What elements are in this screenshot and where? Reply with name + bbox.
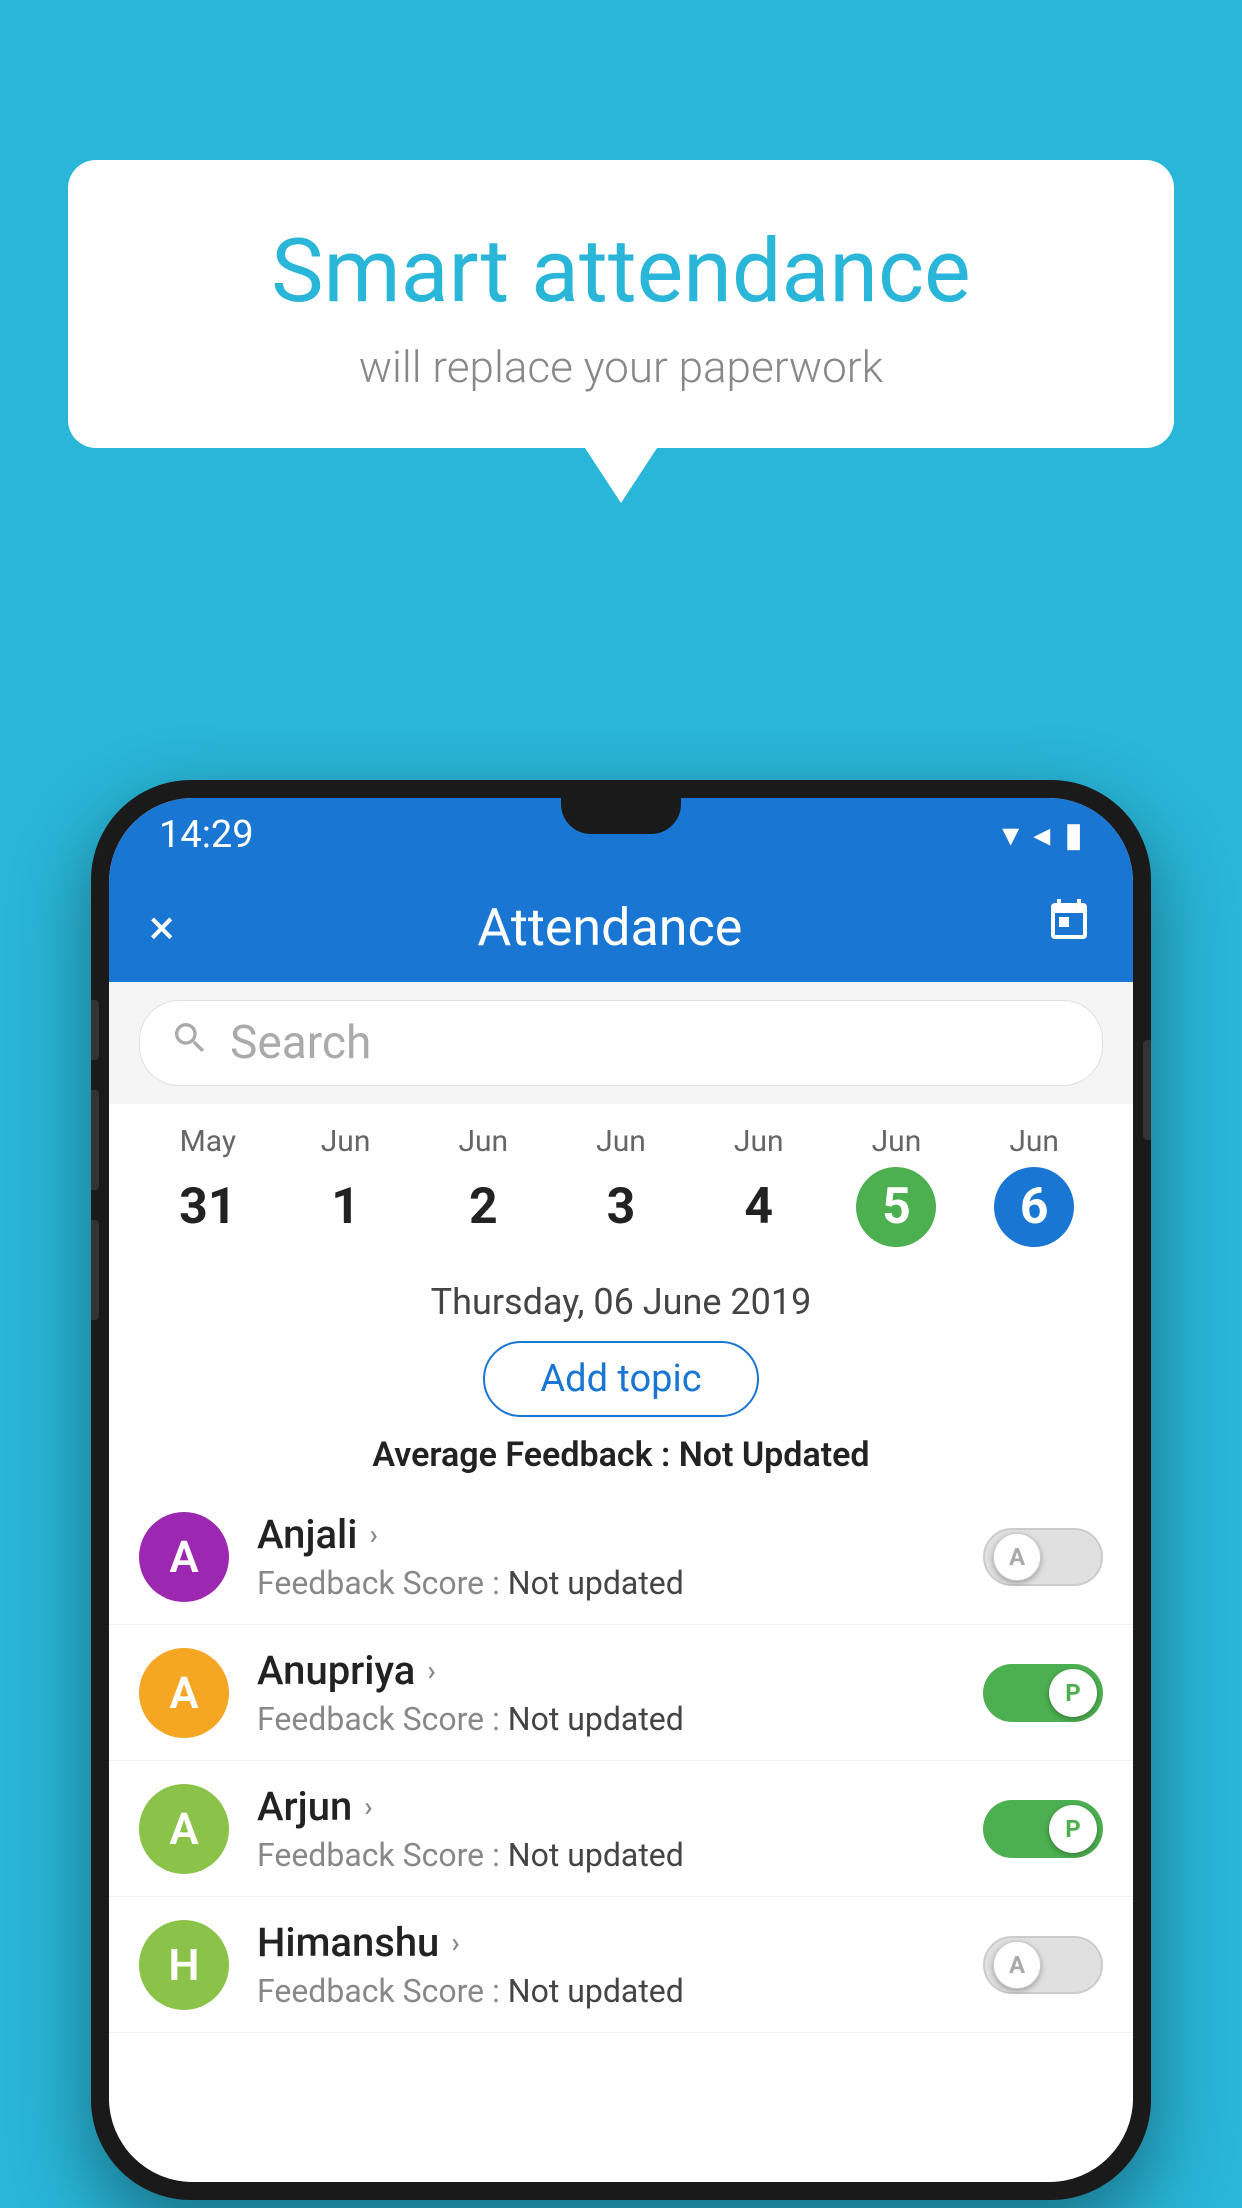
cal-month-label: Jun (828, 1124, 966, 1159)
toggle-thumb: P (1049, 1805, 1097, 1853)
status-icons: ▾ ◂ ▮ (1002, 815, 1083, 855)
student-info: Anjali › Feedback Score : Not updated (257, 1511, 955, 1602)
student-item[interactable]: A Arjun › Feedback Score : Not updated P (109, 1761, 1133, 1897)
toggle-track: A (983, 1936, 1103, 1994)
calendar-day-1[interactable]: Jun 1 (277, 1124, 415, 1247)
silent-button (91, 1000, 99, 1060)
calendar-day-4[interactable]: Jun 4 (690, 1124, 828, 1247)
volume-down-button (91, 1220, 99, 1320)
student-feedback: Feedback Score : Not updated (257, 1972, 955, 2010)
student-name: Arjun › (257, 1783, 955, 1830)
student-feedback: Feedback Score : Not updated (257, 1836, 955, 1874)
cal-date-number: 1 (306, 1167, 386, 1247)
student-item[interactable]: H Himanshu › Feedback Score : Not updated A (109, 1897, 1133, 2033)
calendar-day-0[interactable]: May 31 (139, 1124, 277, 1247)
avg-feedback: Average Feedback : Not Updated (139, 1435, 1103, 1475)
cal-date-number: 3 (581, 1167, 661, 1247)
volume-up-button (91, 1090, 99, 1190)
feedback-value: Not updated (508, 1700, 684, 1738)
calendar-day-6[interactable]: Jun 6 (965, 1124, 1103, 1247)
toggle-thumb: A (993, 1533, 1041, 1581)
add-topic-button[interactable]: Add topic (483, 1341, 758, 1417)
cal-month-label: May (139, 1124, 277, 1159)
app-bar-title: Attendance (477, 897, 742, 958)
student-info: Himanshu › Feedback Score : Not updated (257, 1919, 955, 2010)
cal-date-number: 5 (856, 1167, 936, 1247)
feedback-value: Not updated (508, 1836, 684, 1874)
cal-month-label: Jun (277, 1124, 415, 1159)
toggle-thumb: P (1049, 1669, 1097, 1717)
chevron-right-icon: › (369, 1518, 377, 1551)
attendance-toggle[interactable]: P (983, 1664, 1103, 1722)
close-button[interactable]: × (149, 899, 175, 956)
speech-bubble: Smart attendance will replace your paper… (68, 160, 1174, 448)
feedback-value: Not updated (508, 1972, 684, 2010)
cal-month-label: Jun (552, 1124, 690, 1159)
attendance-toggle[interactable]: A (983, 1528, 1103, 1586)
cal-month-label: Jun (414, 1124, 552, 1159)
student-name: Himanshu › (257, 1919, 955, 1966)
student-item[interactable]: A Anjali › Feedback Score : Not updated A (109, 1489, 1133, 1625)
calendar-icon[interactable] (1045, 897, 1093, 957)
bubble-subtitle: will replace your paperwork (118, 341, 1124, 393)
wifi-icon: ▾ (1002, 815, 1019, 855)
toggle-track: A (983, 1528, 1103, 1586)
calendar-strip: May 31 Jun 1 Jun 2 Jun 3 Jun 4 Jun 5 Jun 6 (109, 1104, 1133, 1261)
student-name: Anjali › (257, 1511, 955, 1558)
attendance-toggle[interactable]: P (983, 1800, 1103, 1858)
cal-month-label: Jun (690, 1124, 828, 1159)
power-button (1143, 1040, 1151, 1140)
selected-date-section: Thursday, 06 June 2019 Add topic Average… (109, 1261, 1133, 1489)
selected-date-text: Thursday, 06 June 2019 (139, 1281, 1103, 1323)
chevron-right-icon: › (451, 1926, 459, 1959)
avg-feedback-value: Not Updated (679, 1435, 870, 1475)
toggle-track: P (983, 1664, 1103, 1722)
app-bar: × Attendance (109, 872, 1133, 982)
attendance-toggle[interactable]: A (983, 1936, 1103, 1994)
chevron-right-icon: › (427, 1654, 435, 1687)
avg-feedback-label: Average Feedback : (372, 1435, 670, 1475)
cal-month-label: Jun (965, 1124, 1103, 1159)
phone-mockup: 14:29 ▾ ◂ ▮ × Attendance (91, 780, 1151, 2200)
cal-date-number: 4 (719, 1167, 799, 1247)
bubble-title: Smart attendance (118, 220, 1124, 323)
student-avatar: A (139, 1784, 229, 1874)
student-avatar: A (139, 1512, 229, 1602)
toggle-thumb: A (993, 1941, 1041, 1989)
status-time: 14:29 (159, 813, 254, 857)
cal-date-number: 2 (443, 1167, 523, 1247)
calendar-day-5[interactable]: Jun 5 (828, 1124, 966, 1247)
student-avatar: H (139, 1920, 229, 2010)
search-icon (170, 1018, 210, 1068)
notch (561, 798, 681, 834)
cal-date-number: 31 (168, 1167, 248, 1247)
content-area: Search May 31 Jun 1 Jun 2 Jun 3 Jun 4 Jun 5 Jun 6 Thu… (109, 982, 1133, 2182)
calendar-day-3[interactable]: Jun 3 (552, 1124, 690, 1247)
search-input-placeholder: Search (230, 1016, 371, 1070)
phone-screen: 14:29 ▾ ◂ ▮ × Attendance (109, 798, 1133, 2182)
signal-icon: ◂ (1033, 815, 1050, 855)
student-name: Anupriya › (257, 1647, 955, 1694)
toggle-track: P (983, 1800, 1103, 1858)
student-item[interactable]: A Anupriya › Feedback Score : Not updated P (109, 1625, 1133, 1761)
chevron-right-icon: › (364, 1790, 372, 1823)
cal-date-number: 6 (994, 1167, 1074, 1247)
feedback-value: Not updated (508, 1564, 684, 1602)
student-avatar: A (139, 1648, 229, 1738)
search-bar-container: Search (109, 982, 1133, 1104)
search-bar[interactable]: Search (139, 1000, 1103, 1086)
calendar-day-2[interactable]: Jun 2 (414, 1124, 552, 1247)
status-bar: 14:29 ▾ ◂ ▮ (109, 798, 1133, 872)
student-feedback: Feedback Score : Not updated (257, 1700, 955, 1738)
student-feedback: Feedback Score : Not updated (257, 1564, 955, 1602)
battery-icon: ▮ (1064, 815, 1083, 855)
student-info: Anupriya › Feedback Score : Not updated (257, 1647, 955, 1738)
student-list: AAnjali ›Feedback Score : Not updatedAAA… (109, 1489, 1133, 2033)
student-info: Arjun › Feedback Score : Not updated (257, 1783, 955, 1874)
